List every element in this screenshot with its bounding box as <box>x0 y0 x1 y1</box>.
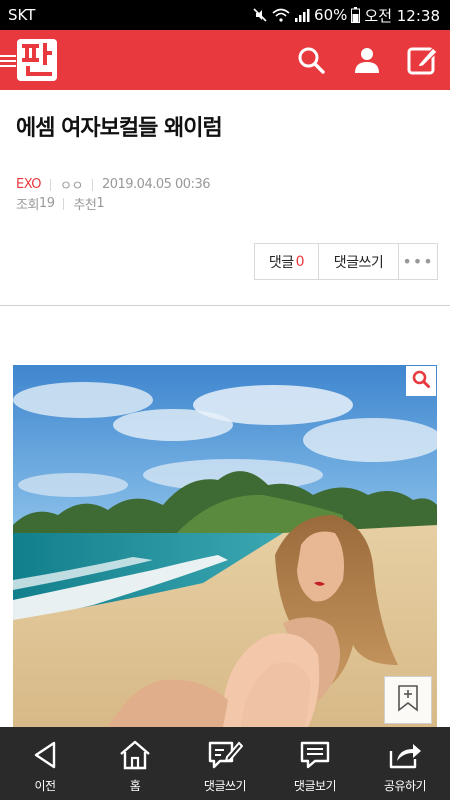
battery-percent: 60% <box>314 6 348 24</box>
share-icon <box>387 737 423 773</box>
nav-view-comments[interactable]: 댓글보기 <box>270 727 360 800</box>
bookmark-button[interactable] <box>384 676 432 724</box>
status-bar: SKT 60% 오전 12:38 <box>0 0 450 30</box>
wifi-icon <box>272 8 290 22</box>
menu-icon[interactable] <box>0 53 16 67</box>
more-button[interactable]: ••• <box>399 244 437 279</box>
article-stats: 조회 19 추천 1 <box>16 194 105 213</box>
view-comments-icon <box>299 737 331 773</box>
section-divider <box>0 305 450 306</box>
mute-icon <box>252 7 268 23</box>
author-name: ㅇㅇ <box>60 179 83 194</box>
status-icons: 60% 오전 12:38 <box>252 5 440 26</box>
header-actions <box>294 30 440 90</box>
bottom-navigation: 이전 홈 댓글쓰기 댓글보기 공유하기 <box>0 727 450 800</box>
views-count: 19 <box>38 196 55 211</box>
home-icon <box>118 737 152 773</box>
recommend-label: 추천 <box>73 198 97 213</box>
nav-home-label: 홈 <box>129 779 141 793</box>
back-icon <box>32 737 58 773</box>
article-photo[interactable] <box>13 365 437 727</box>
carrier-label: SKT <box>8 6 36 24</box>
pann-logo <box>17 39 57 81</box>
meta-divider <box>63 197 65 210</box>
post-date: 2019.04.05 00:36 <box>101 177 211 192</box>
nav-back[interactable]: 이전 <box>0 727 90 800</box>
app-header <box>0 30 450 90</box>
recommend-count: 1 <box>96 196 105 211</box>
search-icon[interactable] <box>294 43 328 77</box>
write-comment-button[interactable]: 댓글쓰기 <box>319 244 399 279</box>
comments-label: 댓글 <box>268 254 294 271</box>
zoom-button[interactable] <box>406 366 436 396</box>
article-meta: EXO ㅇㅇ 2019.04.05 00:36 <box>16 175 210 194</box>
meta-divider <box>50 178 52 191</box>
meta-divider <box>91 178 93 191</box>
logo-button[interactable] <box>0 38 57 82</box>
zoom-icon <box>412 370 430 392</box>
bookmark-add-icon <box>397 684 419 716</box>
views-label: 조회 <box>16 198 39 213</box>
nav-view-comments-label: 댓글보기 <box>293 779 337 793</box>
nav-share-label: 공유하기 <box>383 779 427 793</box>
category-link[interactable]: EXO <box>16 177 42 192</box>
nav-write-comment[interactable]: 댓글쓰기 <box>180 727 270 800</box>
write-comment-icon <box>207 737 243 773</box>
signal-icon <box>294 8 310 22</box>
battery-icon <box>351 7 361 23</box>
user-icon[interactable] <box>350 43 384 77</box>
nav-back-label: 이전 <box>34 779 56 793</box>
comment-actions: 댓글 0 댓글쓰기 ••• <box>254 243 438 280</box>
write-icon[interactable] <box>406 43 440 77</box>
time-label: 오전 12:38 <box>364 6 440 25</box>
comments-button[interactable]: 댓글 0 <box>255 244 319 279</box>
nav-home[interactable]: 홈 <box>90 727 180 800</box>
nav-write-comment-label: 댓글쓰기 <box>203 779 247 793</box>
nav-share[interactable]: 공유하기 <box>360 727 450 800</box>
article-title: 에셈 여자보컬들 왜이럼 <box>16 116 223 141</box>
comments-count: 0 <box>295 253 305 270</box>
beach-photo-image <box>13 365 437 727</box>
